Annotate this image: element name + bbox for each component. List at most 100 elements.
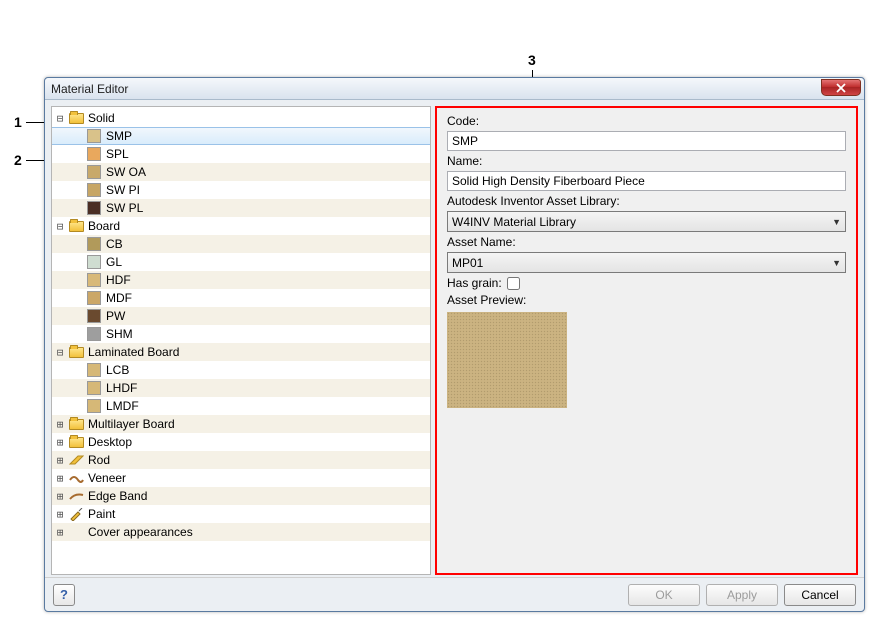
- material-swatch-icon: [86, 129, 102, 143]
- chevron-down-icon: ▼: [832, 217, 841, 227]
- veneer-icon: [68, 471, 84, 485]
- code-label: Code:: [447, 114, 846, 128]
- expand-toggle-icon[interactable]: ⊞: [52, 418, 68, 431]
- tree-item[interactable]: ⊟ Laminated Board: [52, 343, 430, 361]
- tree-item-label: Paint: [88, 507, 115, 521]
- tree-item[interactable]: ·SMP: [52, 127, 430, 145]
- tree-item[interactable]: ⊟Solid: [52, 109, 430, 127]
- expand-toggle-icon: ·: [70, 292, 86, 305]
- expand-toggle-icon[interactable]: ⊟: [52, 220, 68, 233]
- tree-item[interactable]: · MDF: [52, 289, 430, 307]
- name-input[interactable]: [447, 171, 846, 191]
- material-swatch-icon: [86, 309, 102, 323]
- tree-item[interactable]: ⊞Desktop: [52, 433, 430, 451]
- material-editor-window: Material Editor ⊟Solid·SMP·SPL·SW OA·SW …: [44, 77, 865, 612]
- asset-library-value: W4INV Material Library: [452, 215, 576, 229]
- expand-toggle-icon[interactable]: ⊞: [52, 508, 68, 521]
- tree-item[interactable]: ·LCB: [52, 361, 430, 379]
- callout-number-3: 3: [528, 52, 536, 68]
- expand-toggle-icon[interactable]: ⊞: [52, 454, 68, 467]
- tree-item[interactable]: · GL: [52, 253, 430, 271]
- blank-icon: [68, 525, 84, 539]
- expand-toggle-icon: ·: [70, 382, 86, 395]
- callout-number-2: 2: [14, 152, 22, 168]
- asset-library-label: Autodesk Inventor Asset Library:: [447, 194, 846, 208]
- close-button[interactable]: [821, 79, 861, 96]
- tree-item-label: SW PL: [106, 201, 143, 215]
- material-swatch-icon: [86, 273, 102, 287]
- tree-item-label: LHDF: [106, 381, 137, 395]
- name-label: Name:: [447, 154, 846, 168]
- material-swatch-icon: [86, 291, 102, 305]
- tree-item[interactable]: · SW OA: [52, 163, 430, 181]
- properties-panel: Code: Name: Autodesk Inventor Asset Libr…: [435, 106, 858, 575]
- tree-item[interactable]: · LHDF: [52, 379, 430, 397]
- tree-item[interactable]: ⊞ Veneer: [52, 469, 430, 487]
- material-swatch-icon: [86, 255, 102, 269]
- expand-toggle-icon: ·: [70, 328, 86, 341]
- tree-item-label: Veneer: [88, 471, 126, 485]
- expand-toggle-icon[interactable]: ⊟: [52, 346, 68, 359]
- asset-preview-label: Asset Preview:: [447, 293, 846, 307]
- material-swatch-icon: [86, 327, 102, 341]
- expand-toggle-icon: ·: [70, 166, 86, 179]
- ok-button[interactable]: OK: [628, 584, 700, 606]
- folder-icon: [68, 435, 84, 449]
- tree-item[interactable]: ·HDF: [52, 271, 430, 289]
- expand-toggle-icon[interactable]: ⊞: [52, 526, 68, 539]
- help-button[interactable]: ?: [53, 584, 75, 606]
- tree-item[interactable]: ⊞Edge Band: [52, 487, 430, 505]
- expand-toggle-icon: ·: [70, 184, 86, 197]
- tree-item-label: Rod: [88, 453, 110, 467]
- asset-library-select[interactable]: W4INV Material Library ▼: [447, 211, 846, 232]
- tree-item-label: CB: [106, 237, 123, 251]
- tree-item[interactable]: ·SPL: [52, 145, 430, 163]
- edge-band-icon: [68, 489, 84, 503]
- has-grain-checkbox[interactable]: [507, 277, 520, 290]
- code-input[interactable]: [447, 131, 846, 151]
- titlebar[interactable]: Material Editor: [45, 78, 864, 100]
- cancel-button[interactable]: Cancel: [784, 584, 856, 606]
- dialog-body: ⊟Solid·SMP·SPL·SW OA·SW PI·SW PL⊟Board·C…: [45, 100, 864, 577]
- materials-tree[interactable]: ⊟Solid·SMP·SPL·SW OA·SW PI·SW PL⊟Board·C…: [51, 106, 431, 575]
- tree-item[interactable]: ·PW: [52, 307, 430, 325]
- tree-item-label: Laminated Board: [88, 345, 179, 359]
- expand-toggle-icon: ·: [70, 148, 86, 161]
- has-grain-label: Has grain:: [447, 276, 502, 290]
- tree-item-label: SHM: [106, 327, 133, 341]
- tree-item-label: Multilayer Board: [88, 417, 175, 431]
- expand-toggle-icon[interactable]: ⊞: [52, 472, 68, 485]
- tree-item-label: LCB: [106, 363, 129, 377]
- expand-toggle-icon[interactable]: ⊟: [52, 112, 68, 125]
- material-swatch-icon: [86, 381, 102, 395]
- expand-toggle-icon: ·: [70, 256, 86, 269]
- tree-item[interactable]: ⊞ Rod: [52, 451, 430, 469]
- expand-toggle-icon[interactable]: ⊞: [52, 490, 68, 503]
- tree-item-label: SMP: [106, 129, 132, 143]
- tree-item[interactable]: ·LMDF: [52, 397, 430, 415]
- material-swatch-icon: [86, 237, 102, 251]
- tree-item[interactable]: ⊟Board: [52, 217, 430, 235]
- tree-item-label: PW: [106, 309, 125, 323]
- expand-toggle-icon: ·: [70, 274, 86, 287]
- tree-item-label: MDF: [106, 291, 132, 305]
- tree-item[interactable]: ·SW PL: [52, 199, 430, 217]
- tree-item[interactable]: ⊞ Multilayer Board: [52, 415, 430, 433]
- tree-item[interactable]: ⊞ Paint: [52, 505, 430, 523]
- apply-button[interactable]: Apply: [706, 584, 778, 606]
- material-swatch-icon: [86, 165, 102, 179]
- tree-item[interactable]: · SHM: [52, 325, 430, 343]
- material-swatch-icon: [86, 399, 102, 413]
- material-swatch-icon: [86, 183, 102, 197]
- tree-item-label: SW PI: [106, 183, 140, 197]
- tree-item-label: GL: [106, 255, 122, 269]
- window-title: Material Editor: [51, 82, 128, 96]
- dialog-footer: ? OK Apply Cancel: [45, 577, 864, 611]
- asset-name-select[interactable]: MP01 ▼: [447, 252, 846, 273]
- tree-item[interactable]: ·CB: [52, 235, 430, 253]
- tree-item[interactable]: ⊞Cover appearances: [52, 523, 430, 541]
- tree-item[interactable]: · SW PI: [52, 181, 430, 199]
- tree-item-label: SW OA: [106, 165, 146, 179]
- expand-toggle-icon[interactable]: ⊞: [52, 436, 68, 449]
- asset-preview-swatch: [447, 312, 567, 408]
